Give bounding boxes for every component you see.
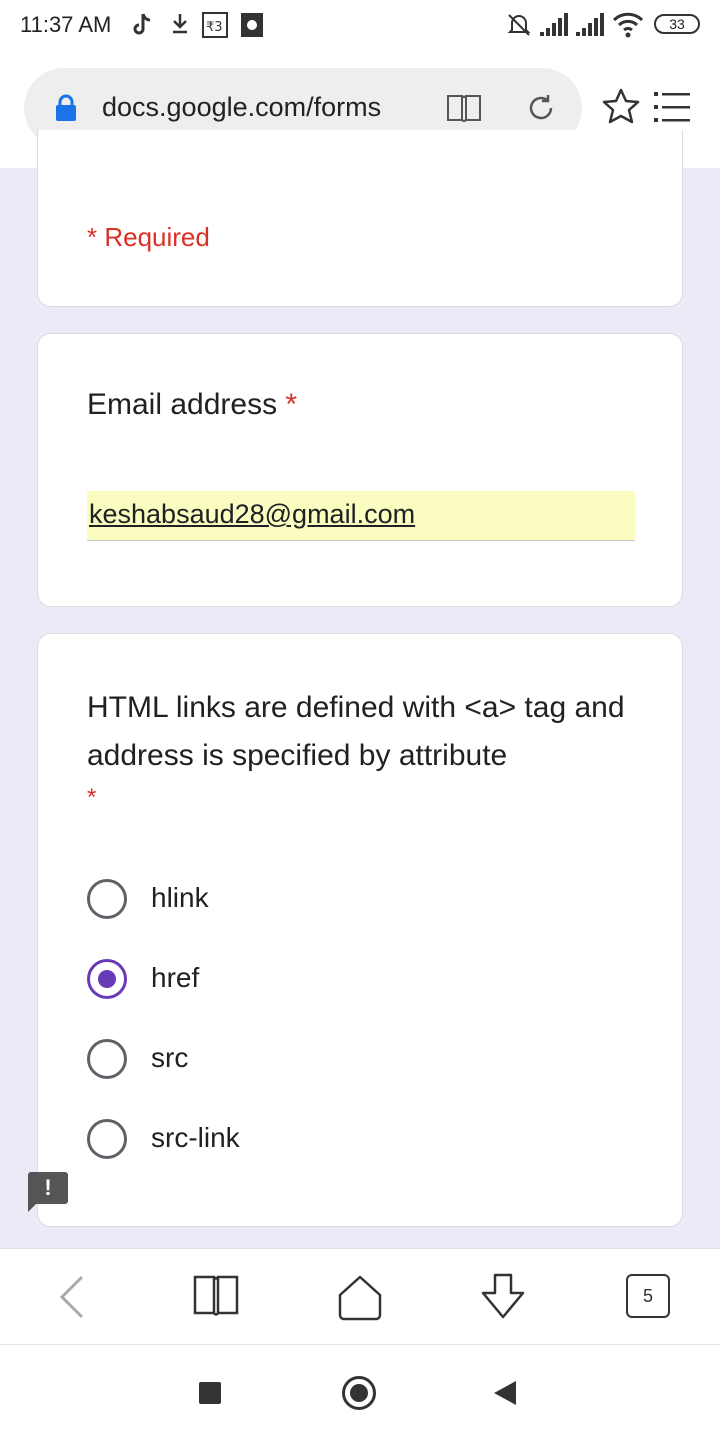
tabs-counter-button[interactable]: 5 xyxy=(626,1274,670,1318)
bookmarks-icon[interactable] xyxy=(192,1273,240,1317)
app-icon-2 xyxy=(241,13,263,37)
required-mark: * xyxy=(285,388,298,421)
required-note: * Required xyxy=(87,222,210,252)
radio-button[interactable] xyxy=(87,879,127,919)
signal-icon-2 xyxy=(576,13,604,36)
svg-text:₹3: ₹3 xyxy=(206,20,223,35)
radio-button-selected[interactable] xyxy=(87,959,127,999)
email-question-card: Email address * keshabsaud28@gmail.com xyxy=(37,333,683,607)
signal-icon xyxy=(540,13,568,36)
system-navigation-bar xyxy=(0,1344,720,1440)
radio-button[interactable] xyxy=(87,1039,127,1079)
status-time: 11:37 AM xyxy=(20,12,112,37)
recent-apps-icon[interactable] xyxy=(199,1382,221,1404)
option-src-link[interactable]: src-link xyxy=(87,1119,587,1163)
home-icon[interactable] xyxy=(336,1273,384,1321)
option-label[interactable]: href xyxy=(151,962,199,994)
option-label[interactable]: hlink xyxy=(151,882,209,914)
option-src[interactable]: src xyxy=(87,1039,587,1083)
feedback-button[interactable]: ! xyxy=(28,1172,68,1212)
menu-icon[interactable] xyxy=(654,90,692,124)
reload-icon[interactable] xyxy=(524,91,558,125)
option-label[interactable]: src xyxy=(151,1042,188,1074)
required-mark: * xyxy=(87,784,97,811)
bookmark-star-icon[interactable] xyxy=(602,88,640,124)
reader-mode-icon[interactable] xyxy=(446,92,482,124)
download-icon[interactable] xyxy=(478,1273,528,1323)
option-href[interactable]: href xyxy=(87,959,587,1003)
option-label[interactable]: src-link xyxy=(151,1122,240,1154)
option-hlink[interactable]: hlink xyxy=(87,879,587,923)
battery-indicator: 33 xyxy=(654,14,700,34)
status-bar: 11:37 AM ₹3 33 xyxy=(0,0,720,50)
download-icon xyxy=(173,14,187,34)
radio-button[interactable] xyxy=(87,1119,127,1159)
question-text: HTML links are defined with <a> tag and … xyxy=(87,691,625,772)
silent-bell-icon xyxy=(507,14,531,36)
app-icon: ₹3 xyxy=(202,12,228,38)
home-button-icon[interactable] xyxy=(342,1376,376,1410)
form-header-card: * Required xyxy=(37,130,683,307)
email-field[interactable]: keshabsaud28@gmail.com xyxy=(87,491,635,541)
wifi-icon xyxy=(612,12,644,38)
browser-bottom-toolbar: 5 xyxy=(0,1248,720,1344)
email-label: Email address * xyxy=(87,388,298,421)
lock-icon xyxy=(56,94,76,121)
back-button-icon[interactable] xyxy=(494,1381,516,1405)
tiktok-icon xyxy=(133,13,151,35)
email-value[interactable]: keshabsaud28@gmail.com xyxy=(89,499,415,530)
back-arrow-icon[interactable] xyxy=(56,1273,86,1321)
url-text[interactable]: docs.google.com/forms xyxy=(102,92,381,123)
multiple-choice-card: HTML links are defined with <a> tag and … xyxy=(37,633,683,1227)
